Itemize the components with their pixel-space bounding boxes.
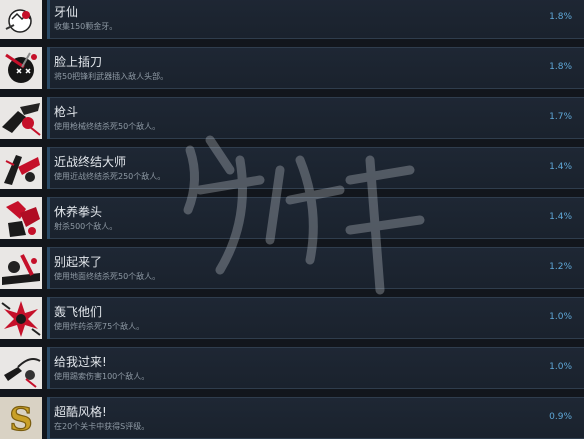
- achievement-percent: 0.9%: [549, 412, 572, 422]
- tooth-icon: [0, 0, 42, 39]
- gold-s-icon: S: [0, 397, 42, 439]
- achievement-row[interactable]: 给我过来! 使用踢索伤害100个敌人。 1.0%: [0, 347, 584, 389]
- melee-icon: [0, 147, 42, 189]
- svg-text:S: S: [9, 400, 32, 438]
- achievement-title: 休养拳头: [54, 205, 103, 219]
- fist-icon: [0, 197, 42, 239]
- explosion-icon: [0, 297, 42, 339]
- ground-finish-icon: [0, 247, 42, 289]
- achievement-card: 近战终结大师 使用近战终结杀死250个敌人。 1.4%: [47, 147, 584, 189]
- achievement-row[interactable]: 轰飞他们 使用炸药杀死75个敌人。 1.0%: [0, 297, 584, 339]
- achievement-percent: 1.7%: [549, 112, 572, 122]
- pull-icon: [0, 347, 42, 389]
- achievement-card: 休养拳头 射杀500个敌人。 1.4%: [47, 197, 584, 239]
- achievement-description: 收集150颗金牙。: [54, 22, 118, 31]
- achievement-card: 枪斗 使用枪械终结杀死50个敌人。 1.7%: [47, 97, 584, 139]
- achievement-percent: 1.2%: [549, 262, 572, 272]
- achievement-row[interactable]: 脸上插刀 将50把锋利武器插入敌人头部。 1.8%: [0, 47, 584, 89]
- achievement-description: 射杀500个敌人。: [54, 222, 118, 231]
- achievement-card: 牙仙 收集150颗金牙。 1.8%: [47, 0, 584, 39]
- achievement-title: 超酷风格!: [54, 405, 107, 419]
- achievement-card: 脸上插刀 将50把锋利武器插入敌人头部。 1.8%: [47, 47, 584, 89]
- achievement-row[interactable]: 别起来了 使用地面终结杀死50个敌人。 1.2%: [0, 247, 584, 289]
- achievement-title: 轰飞他们: [54, 305, 103, 319]
- achievement-title: 脸上插刀: [54, 55, 103, 69]
- achievement-description: 将50把锋利武器插入敌人头部。: [54, 72, 169, 81]
- achievement-row[interactable]: 枪斗 使用枪械终结杀死50个敌人。 1.7%: [0, 97, 584, 139]
- achievement-row[interactable]: 牙仙 收集150颗金牙。 1.8%: [0, 0, 584, 39]
- achievement-row[interactable]: S 超酷风格! 在20个关卡中获得S评级。 0.9%: [0, 397, 584, 439]
- achievement-card: 给我过来! 使用踢索伤害100个敌人。 1.0%: [47, 347, 584, 389]
- achievement-description: 使用炸药杀死75个敌人。: [54, 322, 145, 331]
- achievement-percent: 1.0%: [549, 312, 572, 322]
- achievement-card: 超酷风格! 在20个关卡中获得S评级。 0.9%: [47, 397, 584, 439]
- achievement-description: 在20个关卡中获得S评级。: [54, 422, 150, 431]
- achievement-row[interactable]: 休养拳头 射杀500个敌人。 1.4%: [0, 197, 584, 239]
- achievement-card: 轰飞他们 使用炸药杀死75个敌人。 1.0%: [47, 297, 584, 339]
- knife-head-icon: [0, 47, 42, 89]
- achievement-description: 使用踢索伤害100个敌人。: [54, 372, 150, 381]
- gun-fight-icon: [0, 97, 42, 139]
- achievement-percent: 1.4%: [549, 212, 572, 222]
- achievement-percent: 1.8%: [549, 12, 572, 22]
- achievement-title: 别起来了: [54, 255, 103, 269]
- achievement-description: 使用近战终结杀死250个敌人。: [54, 172, 166, 181]
- achievement-title: 近战终结大师: [54, 155, 127, 169]
- achievement-percent: 1.0%: [549, 362, 572, 372]
- achievement-percent: 1.8%: [549, 62, 572, 72]
- achievement-percent: 1.4%: [549, 162, 572, 172]
- achievement-list: 牙仙 收集150颗金牙。 1.8% 脸上插刀 将50把锋利武器插入敌人头部。 1…: [0, 0, 584, 439]
- achievement-title: 给我过来!: [54, 355, 107, 369]
- achievement-description: 使用枪械终结杀死50个敌人。: [54, 122, 161, 131]
- achievement-title: 枪斗: [54, 105, 79, 119]
- achievement-row[interactable]: 近战终结大师 使用近战终结杀死250个敌人。 1.4%: [0, 147, 584, 189]
- achievement-card: 别起来了 使用地面终结杀死50个敌人。 1.2%: [47, 247, 584, 289]
- achievement-description: 使用地面终结杀死50个敌人。: [54, 272, 161, 281]
- achievement-title: 牙仙: [54, 5, 79, 19]
